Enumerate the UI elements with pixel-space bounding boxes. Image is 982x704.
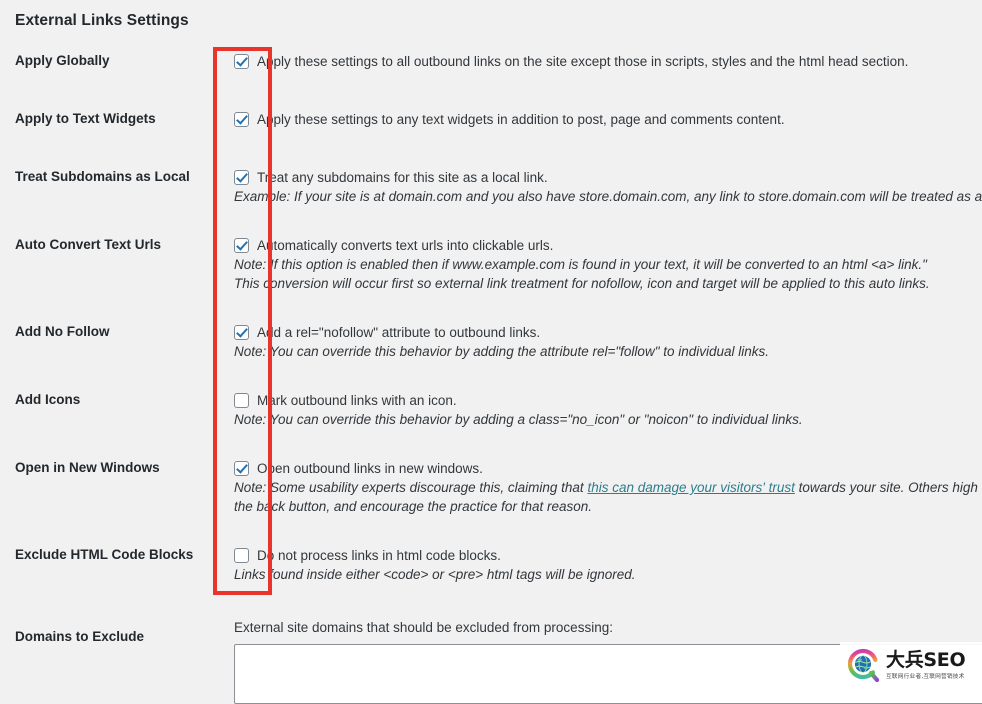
checkbox-open-in-new-windows[interactable] <box>234 461 249 476</box>
setting-label-add-no-follow: Add No Follow <box>15 324 110 339</box>
setting-row-auto-convert-text-urls: Auto Convert Text Urls Automatically con… <box>0 236 982 323</box>
checkbox-row-add-no-follow[interactable]: Add a rel="nofollow" attribute to outbou… <box>234 323 982 342</box>
setting-label-exclude-html-code-blocks: Exclude HTML Code Blocks <box>15 547 194 562</box>
watermark-tagline: 互联网行业者,互联网营销技术 <box>886 673 965 680</box>
setting-row-apply-to-text-widgets: Apply to Text Widgets Apply these settin… <box>0 110 982 168</box>
note-lead: Note: <box>234 412 267 427</box>
setting-label-add-icons: Add Icons <box>15 392 81 407</box>
watermark-text: 大兵SEO 互联网行业者,互联网营销技术 <box>886 651 969 680</box>
checkbox-row-apply-to-text-widgets[interactable]: Apply these settings to any text widgets… <box>234 110 982 129</box>
page-title: External Links Settings <box>15 12 189 29</box>
setting-note: Note: You can override this behavior by … <box>234 410 982 429</box>
setting-body-exclude-html-code-blocks: Do not process links in html code blocks… <box>219 546 982 584</box>
checkbox-row-exclude-html-code-blocks[interactable]: Do not process links in html code blocks… <box>234 546 982 565</box>
setting-note: This conversion will occur first so exte… <box>234 274 982 293</box>
setting-label-auto-convert-text-urls: Auto Convert Text Urls <box>15 237 162 252</box>
domains-field-description: External site domains that should be exc… <box>234 620 613 635</box>
note-lead: Example: <box>234 189 291 204</box>
note-text: You can override this behavior by adding… <box>266 412 803 427</box>
checkbox-label-apply-to-text-widgets: Apply these settings to any text widgets… <box>257 112 785 127</box>
setting-body-apply-to-text-widgets: Apply these settings to any text widgets… <box>219 110 982 129</box>
setting-row-add-icons: Add Icons Mark outbound links with an ic… <box>0 391 982 459</box>
checkbox-row-add-icons[interactable]: Mark outbound links with an icon. <box>234 391 982 410</box>
setting-body-treat-subdomains-as-local: Treat any subdomains for this site as a … <box>219 168 982 206</box>
setting-note: the back button, and encourage the pract… <box>234 497 982 516</box>
checkbox-exclude-html-code-blocks[interactable] <box>234 548 249 563</box>
checkbox-apply-to-text-widgets[interactable] <box>234 112 249 127</box>
watermark: 大兵SEO 互联网行业者,互联网营销技术 <box>840 642 982 689</box>
checkbox-label-open-in-new-windows: Open outbound links in new windows. <box>257 461 483 476</box>
setting-row-add-no-follow: Add No Follow Add a rel="nofollow" attri… <box>0 323 982 391</box>
setting-note: Note: If this option is enabled then if … <box>234 255 982 274</box>
note-text: If this option is enabled then if www.ex… <box>266 257 927 272</box>
checkbox-row-auto-convert-text-urls[interactable]: Automatically converts text urls into cl… <box>234 236 982 255</box>
setting-row-treat-subdomains-as-local: Treat Subdomains as Local Treat any subd… <box>0 168 982 236</box>
note-lead: Note: <box>234 480 267 495</box>
setting-label-open-in-new-windows: Open in New Windows <box>15 460 160 475</box>
checkbox-add-icons[interactable] <box>234 393 249 408</box>
checkbox-auto-convert-text-urls[interactable] <box>234 238 249 253</box>
checkbox-row-apply-globally[interactable]: Apply these settings to all outbound lin… <box>234 52 982 71</box>
setting-label-treat-subdomains-as-local: Treat Subdomains as Local <box>15 169 190 184</box>
checkbox-label-auto-convert-text-urls: Automatically converts text urls into cl… <box>257 238 554 253</box>
setting-body-add-icons: Mark outbound links with an icon. Note: … <box>219 391 982 429</box>
setting-row-exclude-html-code-blocks: Exclude HTML Code Blocks Do not process … <box>0 546 982 614</box>
setting-label-apply-to-text-widgets: Apply to Text Widgets <box>15 111 156 126</box>
setting-label-apply-globally: Apply Globally <box>15 53 110 68</box>
visitors-trust-link[interactable]: this can damage your visitors' trust <box>587 480 794 495</box>
note-text: This conversion will occur first so exte… <box>234 276 930 291</box>
globe-magnifier-logo-icon <box>846 648 882 684</box>
setting-body-auto-convert-text-urls: Automatically converts text urls into cl… <box>219 236 982 293</box>
checkbox-label-add-icons: Mark outbound links with an icon. <box>257 393 457 408</box>
external-links-settings-page: External Links Settings Apply Globally A… <box>0 0 982 704</box>
setting-note: Note: You can override this behavior by … <box>234 342 982 361</box>
setting-label-domains-to-exclude: Domains to Exclude <box>15 629 145 644</box>
setting-note: Links found inside either <code> or <pre… <box>234 565 982 584</box>
watermark-brand: 大兵SEO <box>886 649 966 671</box>
note-text: the back button, and encourage the pract… <box>234 499 592 514</box>
checkbox-label-apply-globally: Apply these settings to all outbound lin… <box>257 54 909 69</box>
settings-form: Apply Globally Apply these settings to a… <box>0 52 982 614</box>
note-text: Links found inside either <code> or <pre… <box>234 567 636 582</box>
setting-body-apply-globally: Apply these settings to all outbound lin… <box>219 52 982 71</box>
setting-row-open-in-new-windows: Open in New Windows Open outbound links … <box>0 459 982 546</box>
checkbox-treat-subdomains-as-local[interactable] <box>234 170 249 185</box>
checkbox-add-no-follow[interactable] <box>234 325 249 340</box>
note-text-after: towards your site. Others high <box>794 480 978 495</box>
setting-body-open-in-new-windows: Open outbound links in new windows. Note… <box>219 459 982 516</box>
checkbox-row-treat-subdomains-as-local[interactable]: Treat any subdomains for this site as a … <box>234 168 982 187</box>
setting-body-add-no-follow: Add a rel="nofollow" attribute to outbou… <box>219 323 982 361</box>
note-text: If your site is at domain.com and you al… <box>290 189 982 204</box>
note-text: You can override this behavior by adding… <box>266 344 770 359</box>
setting-note: Example: If your site is at domain.com a… <box>234 187 982 206</box>
note-text-before: Some usability experts discourage this, … <box>266 480 588 495</box>
setting-row-domains-to-exclude: Domains to Exclude External site domains… <box>0 618 982 704</box>
note-lead: Note: <box>234 344 267 359</box>
checkbox-row-open-in-new-windows[interactable]: Open outbound links in new windows. <box>234 459 982 478</box>
setting-row-apply-globally: Apply Globally Apply these settings to a… <box>0 52 982 110</box>
checkbox-apply-globally[interactable] <box>234 54 249 69</box>
checkbox-label-treat-subdomains-as-local: Treat any subdomains for this site as a … <box>257 170 548 185</box>
note-lead: Note: <box>234 257 267 272</box>
checkbox-label-exclude-html-code-blocks: Do not process links in html code blocks… <box>257 548 501 563</box>
checkbox-label-add-no-follow: Add a rel="nofollow" attribute to outbou… <box>257 325 541 340</box>
setting-note: Note: Some usability experts discourage … <box>234 478 982 497</box>
